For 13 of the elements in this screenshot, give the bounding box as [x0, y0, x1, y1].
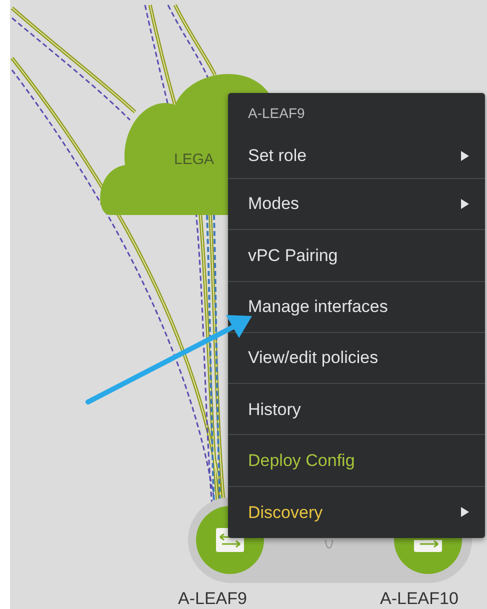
menu-item[interactable]: History — [228, 384, 485, 436]
menu-item[interactable]: Modes — [228, 179, 485, 230]
menu-item[interactable]: Discovery — [228, 486, 485, 538]
menu-title: A-LEAF9 — [248, 105, 305, 121]
menu-item[interactable]: Set role — [228, 133, 485, 179]
menu-item[interactable]: View/edit policies — [228, 332, 485, 384]
node-label: A-LEAF10 — [380, 590, 458, 607]
switch-icon — [414, 540, 442, 552]
node-label: A-LEAF9 — [178, 590, 247, 607]
link-loop-icon — [324, 540, 334, 550]
menu-item[interactable]: vPC Pairing — [228, 230, 485, 282]
cloud-label: LEGA — [174, 152, 214, 167]
menu-item[interactable]: Deploy Config — [228, 435, 485, 487]
